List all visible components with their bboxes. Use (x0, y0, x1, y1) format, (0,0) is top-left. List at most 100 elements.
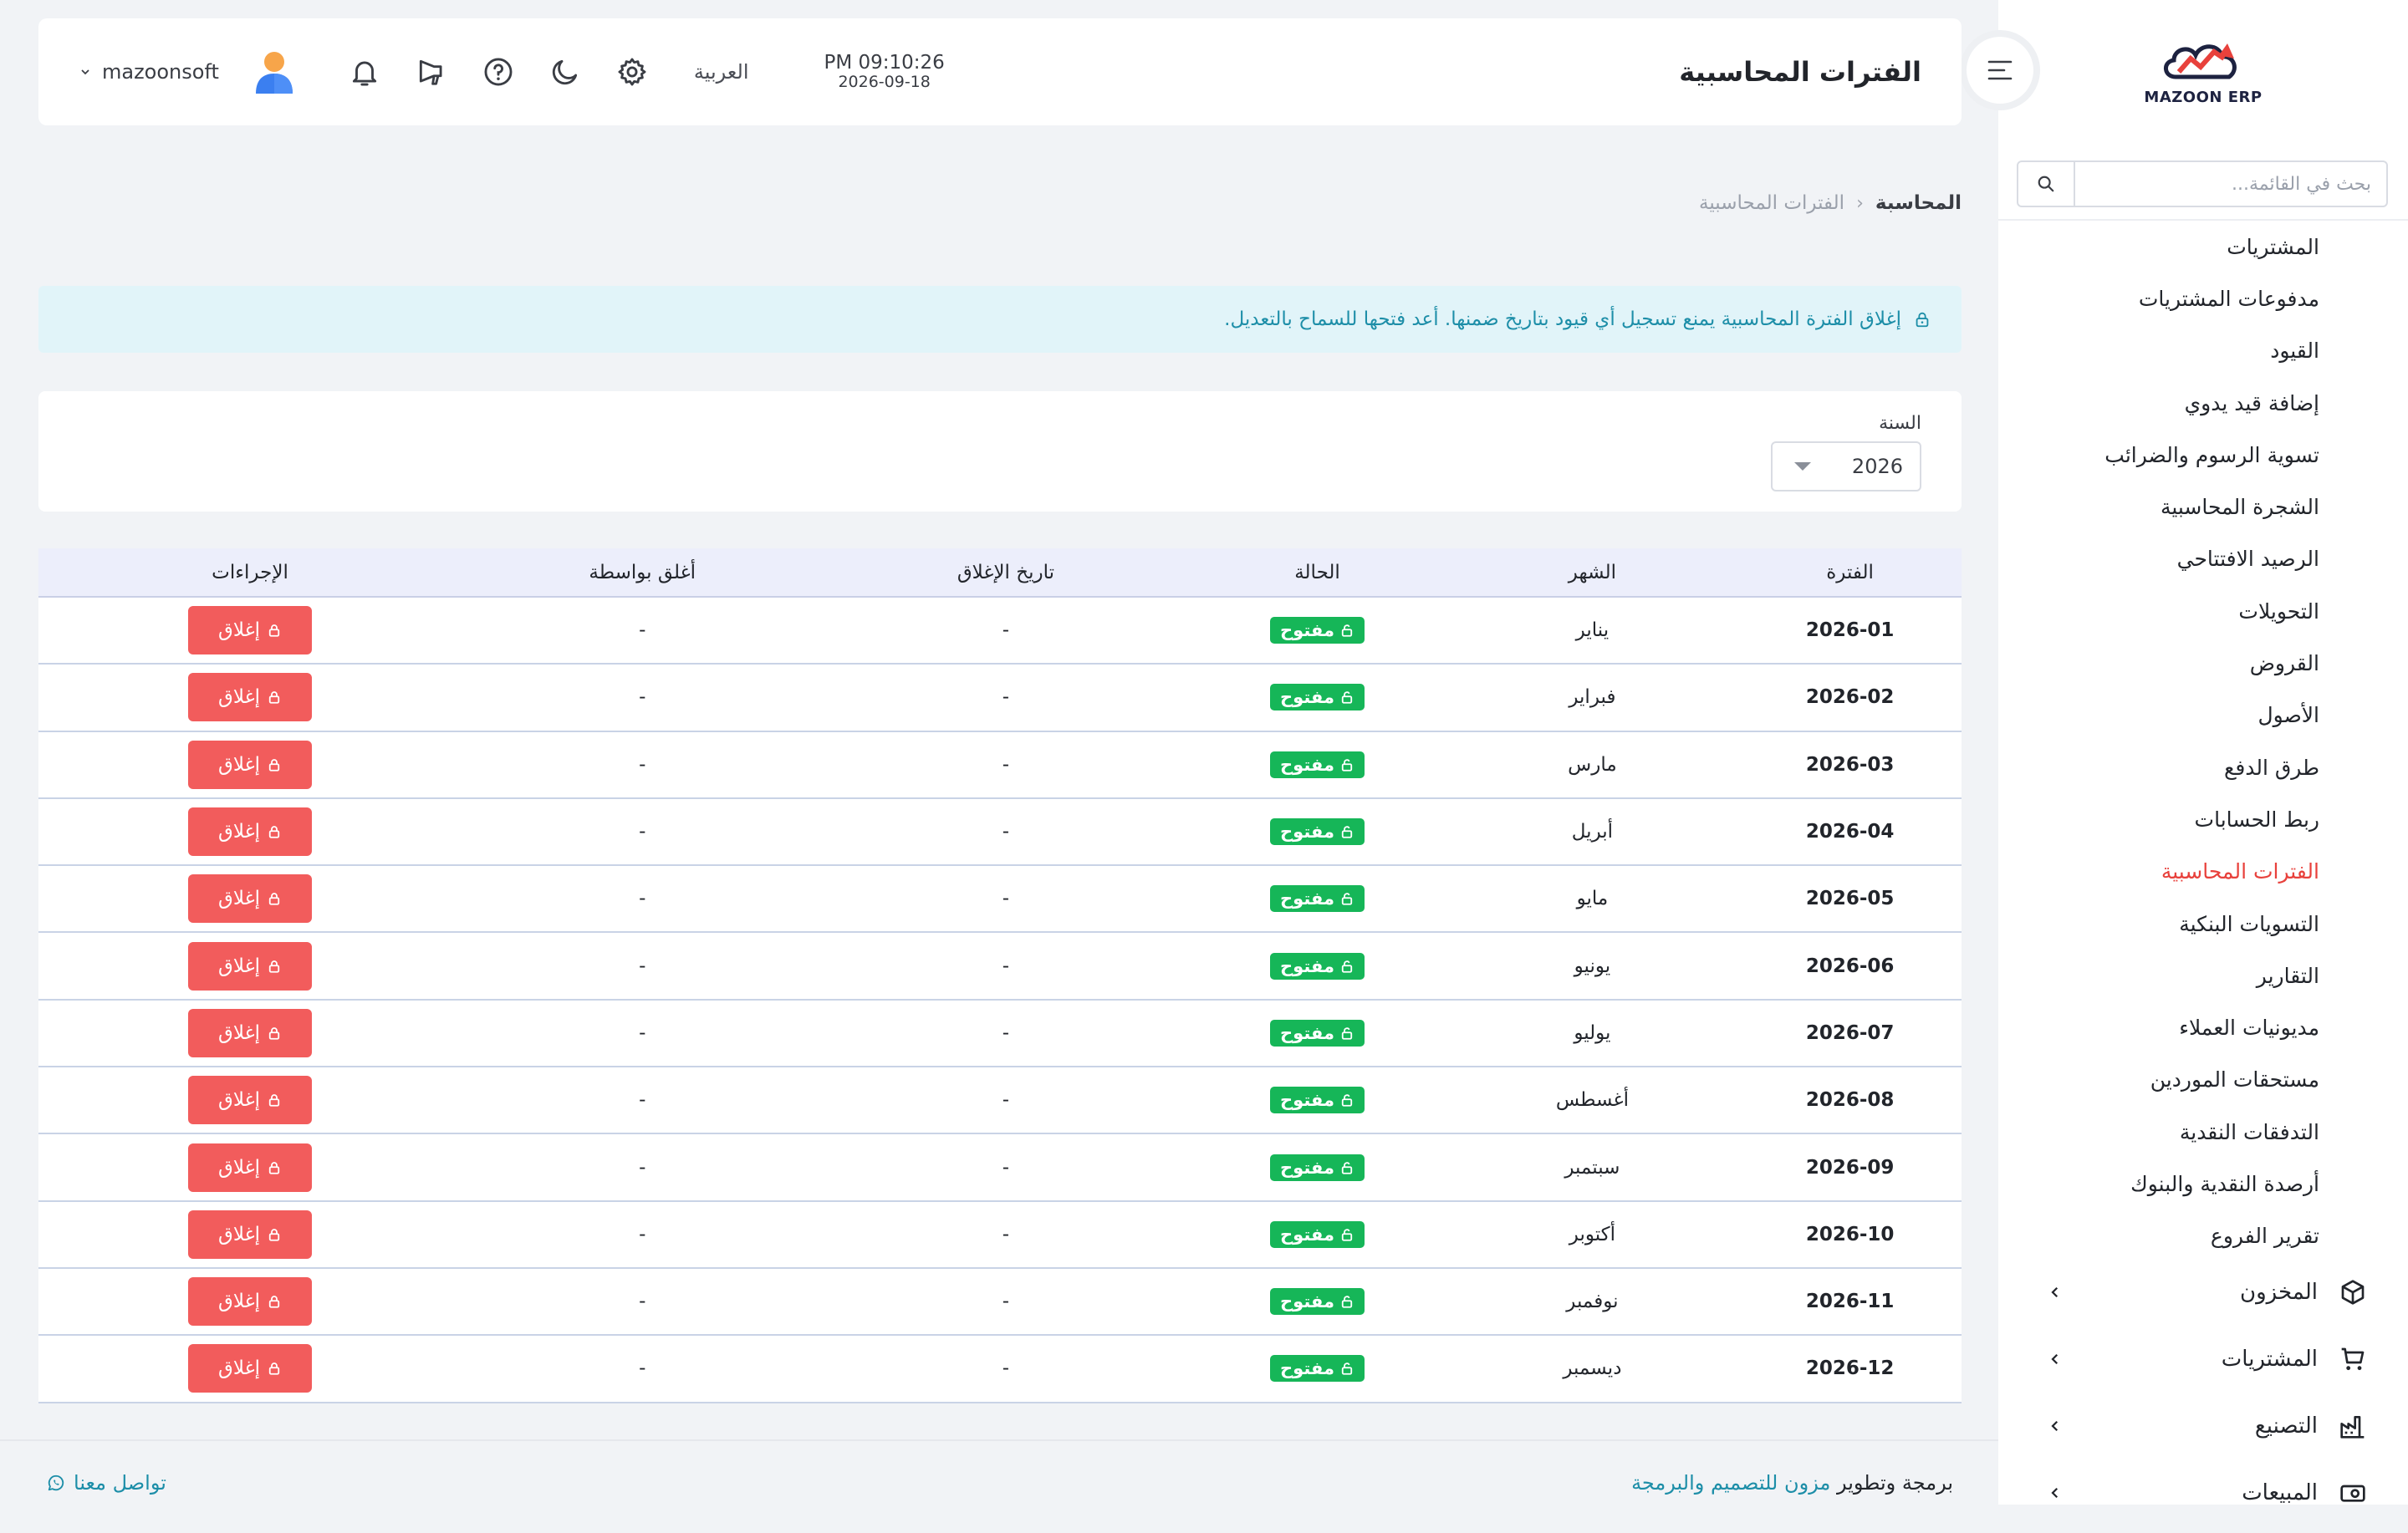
cell-month: مايو (1446, 865, 1739, 934)
sidebar-subitem[interactable]: مديونيات العملاء (1998, 1001, 2408, 1053)
status-badge: مفتوح (1270, 1087, 1365, 1114)
sidebar-item-sales[interactable]: المبيعات (1998, 1459, 2408, 1526)
cell-month: فبراير (1446, 664, 1739, 732)
status-badge-label: مفتوح (1280, 1157, 1335, 1178)
cash-icon (2338, 1478, 2368, 1508)
sidebar-subitem[interactable]: طرق الدفع (1998, 741, 2408, 793)
top-header: الفترات المحاسبية PM 09:10:26 2026-09-18… (38, 18, 1962, 125)
whatsapp-icon (48, 1474, 64, 1491)
sidebar-subitem[interactable]: الأصول (1998, 690, 2408, 741)
footer-credit-prefix: برمجة وتطوير (1836, 1471, 1953, 1495)
lock-icon (268, 1094, 280, 1107)
chevron-left-icon (2045, 1416, 2065, 1436)
cell-status: مفتوح (1188, 999, 1446, 1068)
page-title: الفترات المحاسبية (1679, 56, 1921, 88)
close-button-label: إغلاق (218, 1021, 261, 1044)
lock-icon (1913, 310, 1931, 328)
breadcrumb-root[interactable]: المحاسبة (1875, 192, 1962, 214)
sidebar-item-manufacturing[interactable]: التصنيع (1998, 1393, 2408, 1459)
cell-closed-date: - (823, 999, 1189, 1068)
sidebar-toggle-button[interactable] (1967, 37, 2033, 104)
close-period-button[interactable]: إغلاق (188, 1344, 313, 1393)
sidebar-subitem[interactable]: المشتريات (1998, 221, 2408, 272)
sidebar-subitem[interactable]: تسوية الرسوم والضرائب (1998, 429, 2408, 481)
sidebar-subitem[interactable]: الرصيد الافتتاحي (1998, 533, 2408, 585)
sidebar-subitem[interactable]: الفترات المحاسبية (1998, 846, 2408, 898)
theme-toggle-button[interactable] (547, 53, 584, 90)
sidebar-subitem[interactable]: تقرير الفروع (1998, 1210, 2408, 1262)
close-period-button[interactable]: إغلاق (188, 1143, 313, 1192)
user-menu[interactable]: mazoonsoft (79, 48, 296, 95)
sidebar-subitem[interactable]: القروض (1998, 637, 2408, 689)
cell-closed-by: - (462, 731, 824, 799)
unlock-icon (1341, 1296, 1353, 1308)
cell-actions: إغلاق (38, 999, 462, 1068)
cell-closed-by: - (462, 865, 824, 934)
sidebar-subitem[interactable]: الشجرة المحاسبية (1998, 481, 2408, 532)
sidebar-subitem[interactable]: أرصدة النقدية والبنوك (1998, 1158, 2408, 1210)
announcements-button[interactable] (413, 53, 450, 90)
unlock-icon (1341, 1027, 1353, 1040)
contact-link[interactable]: تواصل معنا (47, 1471, 166, 1495)
clock: PM 09:10:26 2026-09-18 (824, 52, 944, 91)
status-badge: مفتوح (1270, 1355, 1365, 1383)
sidebar-subitem[interactable]: التدفقات النقدية (1998, 1106, 2408, 1158)
sidebar-subitem[interactable]: مستحقات الموردين (1998, 1054, 2408, 1106)
close-period-button[interactable]: إغلاق (188, 1076, 313, 1125)
close-button-label: إغلاق (218, 888, 261, 910)
footer-brand-link[interactable]: مزون للتصميم والبرمجة (1631, 1471, 1830, 1495)
settings-button[interactable] (614, 53, 650, 90)
close-period-button[interactable]: إغلاق (188, 1277, 313, 1327)
close-period-button[interactable]: إغلاق (188, 1008, 313, 1057)
cell-month: سبتمبر (1446, 1133, 1739, 1202)
table-row: 2026-09 سبتمبر مفتوح - - إغلاق (38, 1133, 1962, 1202)
unlock-icon (1341, 1161, 1353, 1174)
sidebar-item-inventory[interactable]: المخزون (1998, 1259, 2408, 1326)
notifications-button[interactable] (346, 53, 383, 90)
sidebar-item-purchases[interactable]: المشتريات (1998, 1326, 2408, 1393)
status-badge-label: مفتوح (1280, 1358, 1335, 1379)
cart-icon (2338, 1344, 2368, 1374)
close-period-button[interactable]: إغلاق (188, 606, 313, 655)
help-button[interactable] (480, 53, 517, 90)
close-period-button[interactable]: إغلاق (188, 740, 313, 789)
cell-month: أغسطس (1446, 1067, 1739, 1135)
cell-closed-date: - (823, 664, 1189, 732)
table-row: 2026-08 أغسطس مفتوح - - إغلاق (38, 1067, 1962, 1135)
cell-closed-by: - (462, 1200, 824, 1269)
sidebar-search-input[interactable] (2075, 162, 2386, 206)
close-period-button[interactable]: إغلاق (188, 807, 313, 857)
sidebar-subitem[interactable]: التسويات البنكية (1998, 898, 2408, 950)
cell-status: مفتوح (1188, 932, 1446, 1001)
status-badge: مفتوح (1270, 617, 1365, 644)
sidebar-subitem[interactable]: القيود (1998, 325, 2408, 377)
year-select-value: 2026 (1851, 455, 1903, 478)
sidebar-subitem[interactable]: مدفوعات المشتريات (1998, 272, 2408, 324)
footer-divider (0, 1439, 1998, 1441)
language-switch[interactable]: العربية (694, 60, 749, 84)
year-select[interactable]: 2026 (1771, 441, 1921, 491)
year-label: السنة (1879, 413, 1921, 434)
close-period-button[interactable]: إغلاق (188, 1210, 313, 1259)
lock-icon (268, 893, 280, 905)
cell-closed-by: - (462, 999, 824, 1068)
unlock-icon (1341, 826, 1353, 838)
app-logo[interactable]: MAZOON ERP (2128, 33, 2278, 117)
sidebar-subitem[interactable]: ربط الحسابات (1998, 793, 2408, 845)
sidebar-subitem[interactable]: التحويلات (1998, 585, 2408, 637)
table-row: 2026-03 مارس مفتوح - - إغلاق (38, 731, 1962, 799)
cell-month: مارس (1446, 731, 1739, 799)
status-badge-label: مفتوح (1280, 1022, 1335, 1043)
cell-status: مفتوح (1188, 865, 1446, 934)
close-period-button[interactable]: إغلاق (188, 874, 313, 924)
table-row: 2026-10 أكتوبر مفتوح - - إغلاق (38, 1200, 1962, 1269)
close-period-button[interactable]: إغلاق (188, 673, 313, 722)
close-period-button[interactable]: إغلاق (188, 941, 313, 991)
cell-closed-date: - (823, 1133, 1189, 1202)
sidebar-subitem[interactable]: التقارير (1998, 950, 2408, 1001)
sidebar-search-button[interactable] (2018, 162, 2075, 206)
status-badge: مفتوح (1270, 1154, 1365, 1181)
sidebar-subitem[interactable]: إضافة قيد يدوي (1998, 377, 2408, 429)
header-month: الشهر (1446, 548, 1739, 598)
cell-status: مفتوح (1188, 731, 1446, 799)
